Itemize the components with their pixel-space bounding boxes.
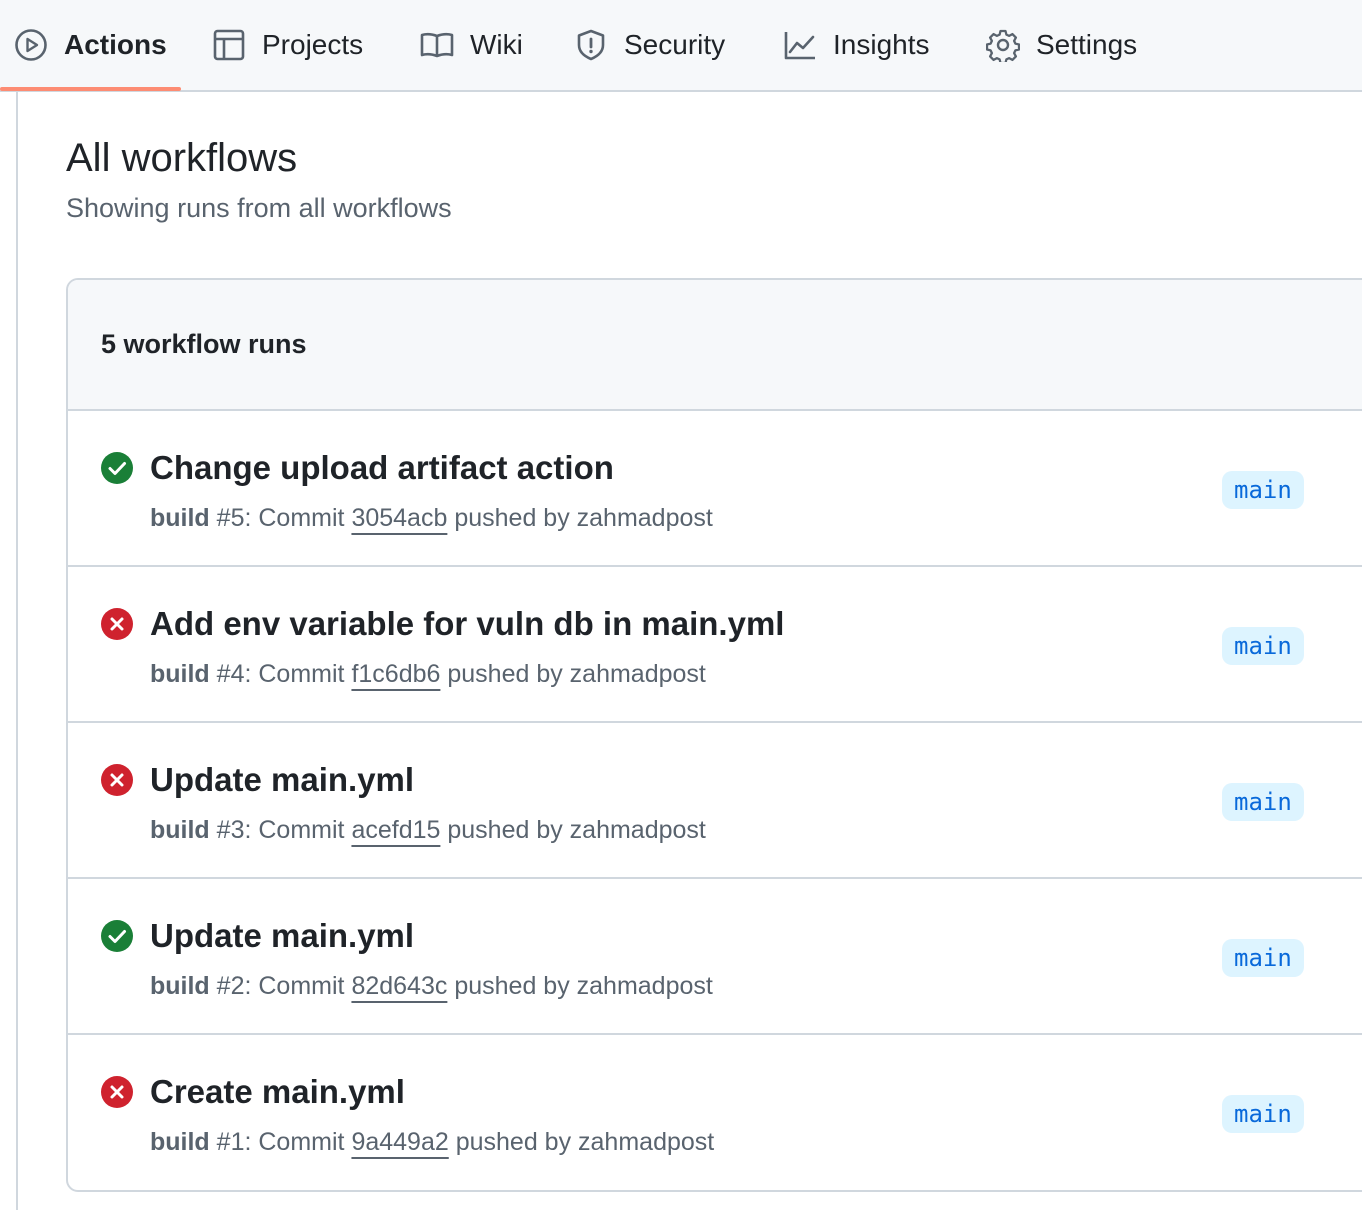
run-title-link[interactable]: Change upload artifact action bbox=[150, 449, 614, 487]
pushed-by: pushed by zahmadpost bbox=[447, 816, 706, 844]
tab-label: Insights bbox=[833, 29, 930, 60]
commit-sha-link[interactable]: 3054acb bbox=[351, 504, 447, 532]
workflow-name: build bbox=[150, 660, 210, 688]
sidebar-divider bbox=[16, 92, 18, 1210]
workflow-run-row[interactable]: Add env variable for vuln db in main.yml… bbox=[68, 567, 1362, 723]
book-icon bbox=[420, 28, 454, 62]
tab-label: Actions bbox=[64, 29, 167, 60]
run-meta: build #4: Commit f1c6db6 pushed by zahma… bbox=[150, 660, 706, 689]
run-title-link[interactable]: Add env variable for vuln db in main.yml bbox=[150, 605, 784, 643]
run-meta: build #2: Commit 82d643c pushed by zahma… bbox=[150, 972, 713, 1001]
run-number: #4 bbox=[216, 660, 245, 688]
branch-badge[interactable]: main bbox=[1222, 783, 1304, 821]
success-check-icon bbox=[100, 451, 134, 485]
run-number: #2 bbox=[216, 972, 245, 1000]
workflow-run-row[interactable]: Create main.yml build #1: Commit 9a449a2… bbox=[68, 1035, 1362, 1190]
commit-sha-link[interactable]: acefd15 bbox=[351, 816, 440, 844]
tab-label: Security bbox=[624, 29, 726, 60]
table-icon bbox=[212, 28, 246, 62]
tab-wiki[interactable]: Wiki bbox=[420, 0, 523, 90]
failure-x-icon bbox=[100, 1075, 134, 1109]
commit-sha-link[interactable]: 82d643c bbox=[351, 972, 447, 1000]
graph-icon bbox=[783, 28, 817, 62]
run-number: #5 bbox=[216, 504, 245, 532]
page-subtitle: Showing runs from all workflows bbox=[66, 193, 452, 223]
tab-insights[interactable]: Insights bbox=[783, 0, 930, 90]
success-check-icon bbox=[100, 919, 134, 953]
tab-label: Settings bbox=[1036, 29, 1138, 60]
repo-nav: Actions Projects Wiki Security Insights … bbox=[0, 0, 1362, 92]
run-number: #3 bbox=[216, 816, 245, 844]
workflow-run-row[interactable]: Change upload artifact action build #5: … bbox=[68, 411, 1362, 567]
branch-badge[interactable]: main bbox=[1222, 471, 1304, 509]
active-tab-indicator bbox=[0, 87, 181, 91]
tab-security[interactable]: Security bbox=[574, 0, 725, 90]
run-meta: build #5: Commit 3054acb pushed by zahma… bbox=[150, 504, 713, 533]
branch-badge[interactable]: main bbox=[1222, 939, 1304, 977]
pushed-by: pushed by zahmadpost bbox=[454, 504, 713, 532]
branch-badge[interactable]: main bbox=[1222, 627, 1304, 665]
workflow-name: build bbox=[150, 504, 210, 532]
workflow-name: build bbox=[150, 1128, 210, 1156]
tab-settings[interactable]: Settings bbox=[986, 0, 1137, 90]
pushed-by: pushed by zahmadpost bbox=[447, 660, 706, 688]
tab-projects[interactable]: Projects bbox=[212, 0, 363, 90]
failure-x-icon bbox=[100, 763, 134, 797]
shield-icon bbox=[574, 28, 608, 62]
workflow-name: build bbox=[150, 816, 210, 844]
pushed-by: pushed by zahmadpost bbox=[455, 1128, 715, 1156]
commit-sha-link[interactable]: f1c6db6 bbox=[351, 660, 440, 688]
run-title-link[interactable]: Create main.yml bbox=[150, 1073, 405, 1111]
workflow-runs-list: 5 workflow runs Change upload artifact a… bbox=[66, 278, 1362, 1192]
tab-label: Wiki bbox=[470, 29, 523, 60]
commit-prefix: : Commit bbox=[244, 660, 345, 688]
run-title-link[interactable]: Update main.yml bbox=[150, 917, 414, 955]
failure-x-icon bbox=[100, 607, 134, 641]
page-title: All workflows bbox=[66, 136, 298, 180]
tab-label: Projects bbox=[262, 29, 364, 60]
run-title-link[interactable]: Update main.yml bbox=[150, 761, 414, 799]
commit-prefix: : Commit bbox=[244, 504, 345, 532]
tab-actions[interactable]: Actions bbox=[14, 0, 167, 90]
commit-prefix: : Commit bbox=[244, 816, 345, 844]
workflow-run-row[interactable]: Update main.yml build #3: Commit acefd15… bbox=[68, 723, 1362, 879]
workflow-name: build bbox=[150, 972, 210, 1000]
commit-sha-link[interactable]: 9a449a2 bbox=[351, 1128, 448, 1156]
gear-icon bbox=[986, 28, 1020, 62]
runs-count-header: 5 workflow runs bbox=[68, 280, 1362, 411]
workflow-run-row[interactable]: Update main.yml build #2: Commit 82d643c… bbox=[68, 879, 1362, 1035]
pushed-by: pushed by zahmadpost bbox=[454, 972, 713, 1000]
play-icon bbox=[14, 28, 48, 62]
commit-prefix: : Commit bbox=[244, 1128, 345, 1156]
branch-badge[interactable]: main bbox=[1222, 1095, 1304, 1133]
commit-prefix: : Commit bbox=[244, 972, 345, 1000]
run-meta: build #3: Commit acefd15 pushed by zahma… bbox=[150, 816, 706, 845]
run-number: #1 bbox=[216, 1128, 245, 1156]
run-meta: build #1: Commit 9a449a2 pushed by zahma… bbox=[150, 1128, 714, 1157]
